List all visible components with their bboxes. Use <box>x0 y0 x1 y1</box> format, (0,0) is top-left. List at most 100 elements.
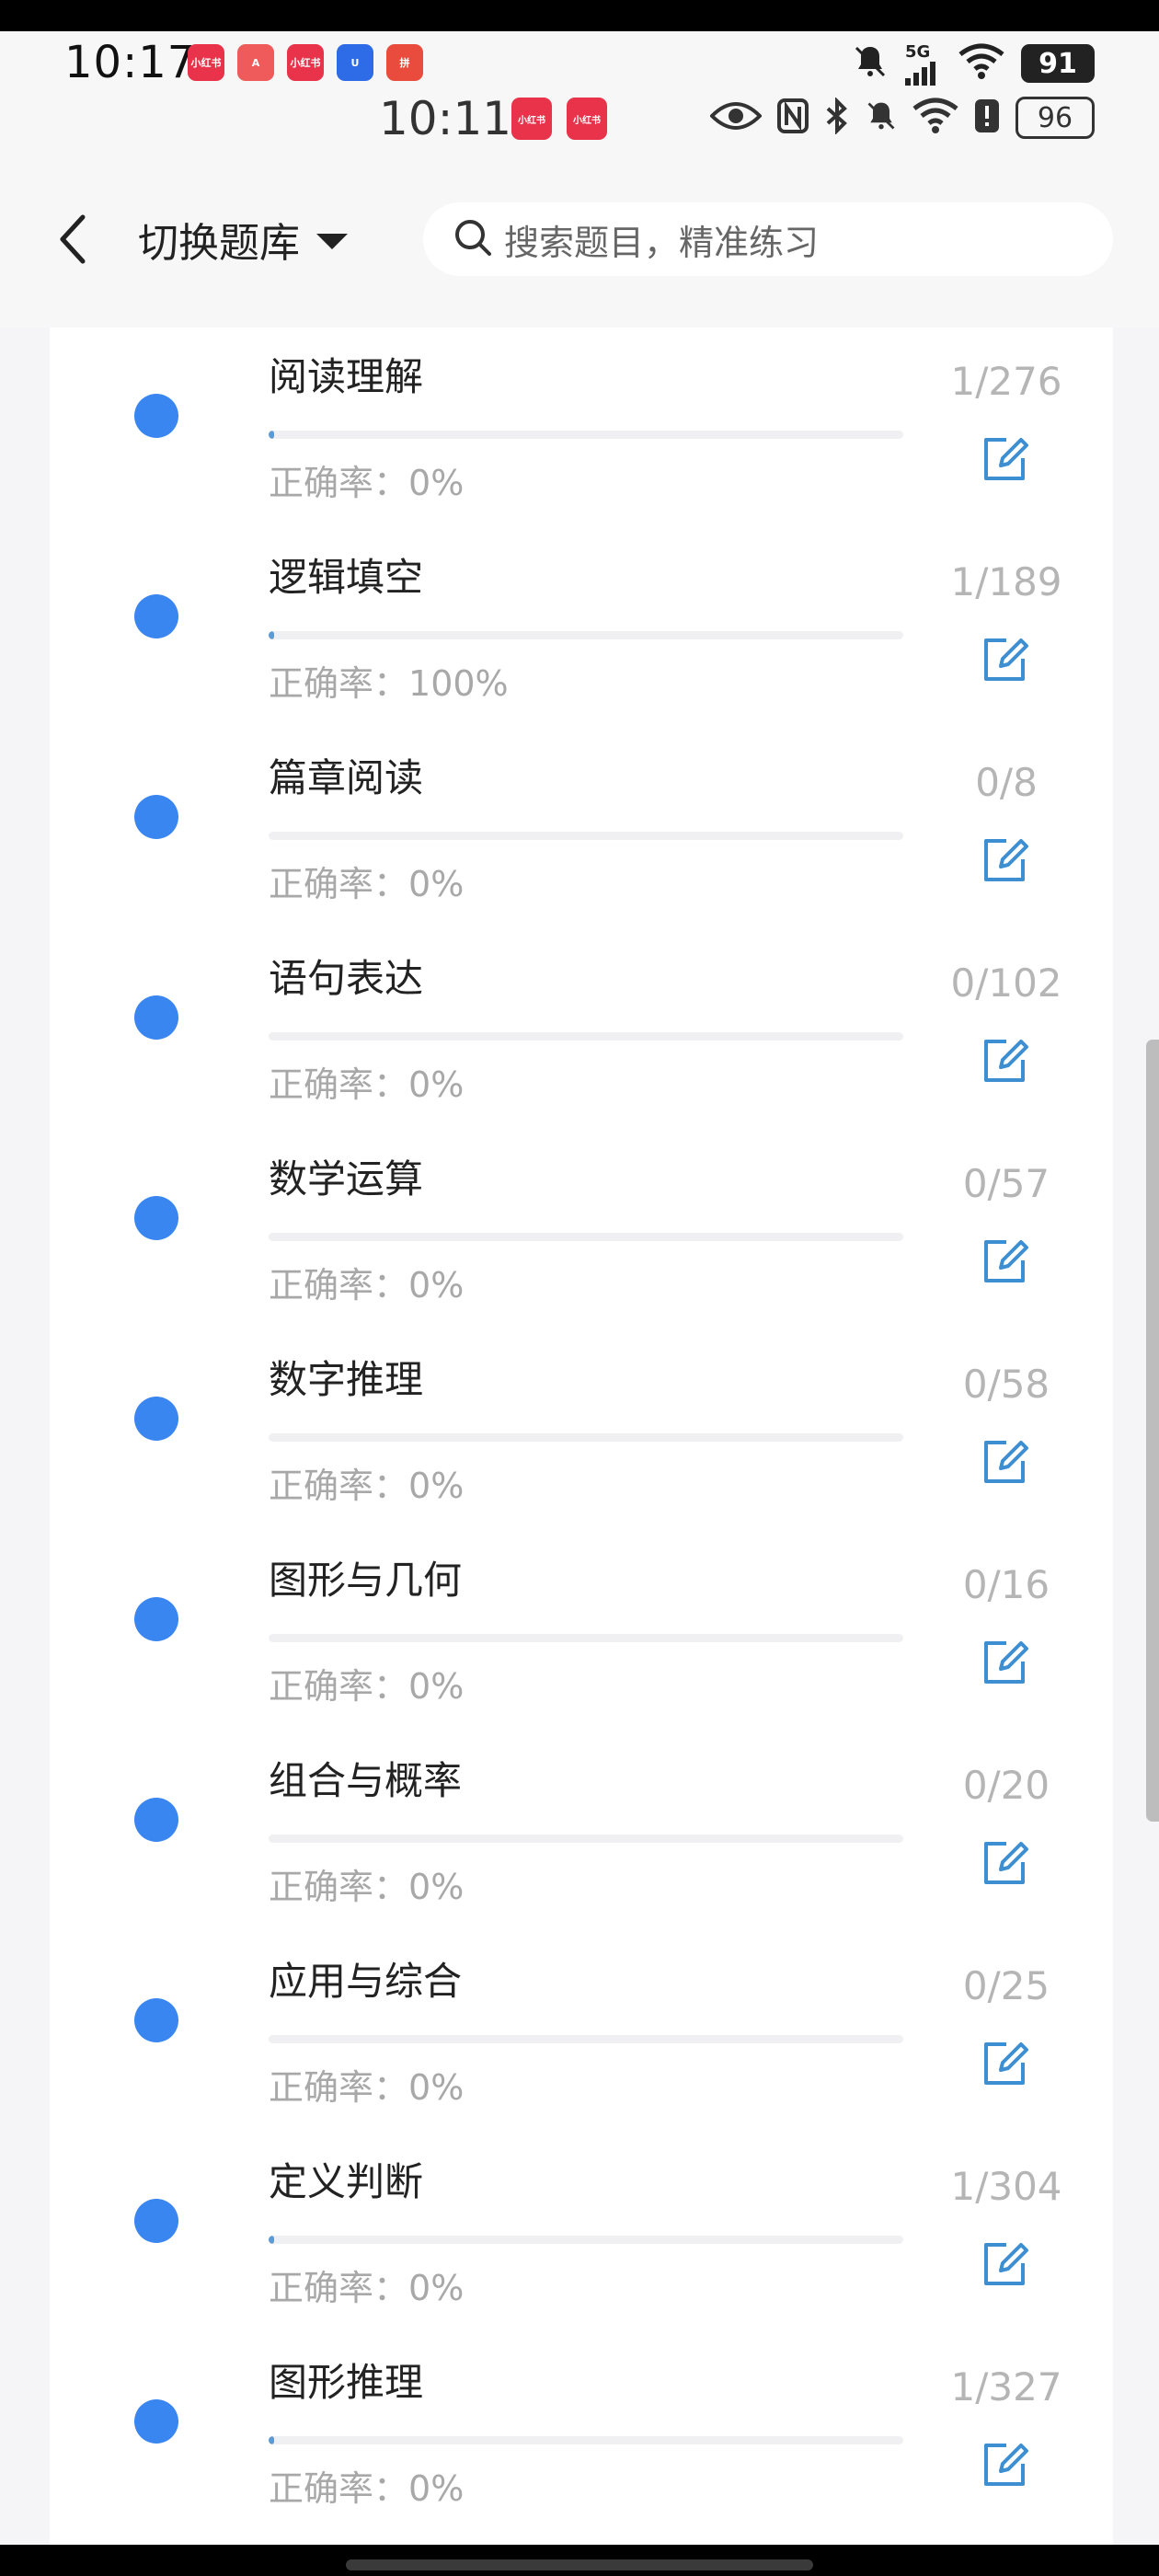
mute-bell-icon <box>852 43 889 84</box>
accuracy-label: 正确率： <box>269 1666 409 1707</box>
category-name: 应用与综合 <box>269 1959 463 2004</box>
category-name: 逻辑填空 <box>269 555 424 600</box>
edit-practice-icon[interactable] <box>979 2440 1030 2491</box>
home-indicator[interactable] <box>346 2559 813 2570</box>
edit-practice-icon[interactable] <box>979 635 1030 686</box>
accuracy-value: 100% <box>408 663 509 704</box>
category-name: 篇章阅读 <box>269 755 424 800</box>
bluetooth-icon <box>824 97 850 138</box>
status-right-icons-secondary: 96 <box>709 92 1095 144</box>
status-dot <box>134 1597 178 1641</box>
question-count: 0/57 <box>962 1161 1050 1206</box>
category-name: 图形与几何 <box>269 1558 463 1603</box>
search-placeholder: 搜索题目，精准练习 <box>504 222 820 263</box>
progress-fill <box>269 631 274 639</box>
status-dot <box>134 1397 178 1441</box>
accuracy-value: 0% <box>408 463 465 503</box>
app-a-icon: A <box>237 44 274 81</box>
accuracy-label: 正确率： <box>269 2268 409 2308</box>
category-name: 组合与概率 <box>269 1758 463 1803</box>
category-row[interactable]: 图形推理 正确率：0% 1/327 <box>50 2352 1113 2552</box>
progress-bar <box>269 2236 903 2244</box>
category-row[interactable]: 应用与综合 正确率：0% 0/25 <box>50 1950 1113 2151</box>
switch-question-bank-button[interactable]: 切换题库 <box>138 213 348 267</box>
search-input[interactable]: 搜索题目，精准练习 <box>423 202 1113 276</box>
category-row[interactable]: 图形与几何 正确率：0% 0/16 <box>50 1549 1113 1750</box>
alert-icon <box>973 98 1001 138</box>
category-name: 数字推理 <box>269 1357 424 1402</box>
scrollbar[interactable] <box>1146 1040 1159 1822</box>
progress-fill <box>269 2236 274 2244</box>
question-count: 1/304 <box>950 2164 1062 2209</box>
progress-fill <box>269 2436 274 2444</box>
status-bar-secondary: 10:11 小红书 小红书 96 <box>0 92 1159 166</box>
category-row[interactable]: 定义判断 正确率：0% 1/304 <box>50 2151 1113 2352</box>
status-dot <box>134 1196 178 1240</box>
category-row[interactable]: 数字推理 正确率：0% 0/58 <box>50 1349 1113 1549</box>
category-name: 图形推理 <box>269 2360 424 2405</box>
accuracy-label: 正确率： <box>269 1265 409 1305</box>
edit-practice-icon[interactable] <box>979 1036 1030 1087</box>
edit-practice-icon[interactable] <box>979 2239 1030 2291</box>
accuracy-label: 正确率： <box>269 1064 409 1105</box>
question-count: 0/102 <box>950 960 1062 1006</box>
status-dot <box>134 1798 178 1842</box>
accuracy-text: 正确率：0% <box>269 2460 464 2511</box>
network-type: 5G <box>905 41 931 62</box>
progress-bar <box>269 1634 903 1642</box>
question-count: 0/20 <box>962 1763 1050 1808</box>
category-row[interactable]: 篇章阅读 正确率：0% 0/8 <box>50 747 1113 948</box>
progress-bar <box>269 1433 903 1442</box>
accuracy-text: 正确率：0% <box>269 1658 464 1708</box>
edit-practice-icon[interactable] <box>979 1638 1030 1689</box>
accuracy-text: 正确率：0% <box>269 856 464 906</box>
status-bar: 10:17 小红书 A 小红书 U 拼 5G 91 <box>0 31 1159 92</box>
accuracy-value: 0% <box>408 1867 465 1907</box>
mute-bell-icon-2 <box>865 99 898 136</box>
back-arrow-icon[interactable] <box>46 212 101 267</box>
accuracy-text: 正确率：0% <box>269 1457 464 1508</box>
xiaohongshu-app-icon: 小红书 <box>188 44 224 81</box>
accuracy-text: 正确率：0% <box>269 1056 464 1107</box>
switch-question-bank-label: 切换题库 <box>138 220 300 267</box>
progress-bar <box>269 2436 903 2444</box>
edit-practice-icon[interactable] <box>979 434 1030 486</box>
accuracy-label: 正确率： <box>269 2067 409 2108</box>
battery-indicator: 91 <box>1021 44 1095 83</box>
progress-bar <box>269 631 903 639</box>
accuracy-value: 0% <box>408 1666 465 1707</box>
category-name: 数学运算 <box>269 1156 424 1202</box>
edit-practice-icon[interactable] <box>979 2039 1030 2090</box>
accuracy-value: 0% <box>408 2468 465 2509</box>
edit-practice-icon[interactable] <box>979 1437 1030 1489</box>
pinduoduo-app-icon: 拼 <box>386 44 423 81</box>
signal-icon: 5G <box>905 42 942 86</box>
edit-practice-icon[interactable] <box>979 1838 1030 1890</box>
category-row[interactable]: 语句表达 正确率：0% 0/102 <box>50 948 1113 1148</box>
app-u-icon: U <box>337 44 373 81</box>
edit-practice-icon[interactable] <box>979 835 1030 887</box>
status-dot <box>134 394 178 438</box>
progress-bar <box>269 1834 903 1843</box>
accuracy-text: 正确率：0% <box>269 454 464 505</box>
accuracy-value: 0% <box>408 1466 465 1506</box>
category-row[interactable]: 数学运算 正确率：0% 0/57 <box>50 1148 1113 1349</box>
category-list: 阅读理解 正确率：0% 1/276 逻辑填空 正确率：100% 1/189 篇章… <box>50 328 1113 2545</box>
question-count: 0/25 <box>962 1963 1050 2008</box>
status-right-icons: 5G 91 <box>852 40 1095 86</box>
edit-practice-icon[interactable] <box>979 1236 1030 1288</box>
category-name: 阅读理解 <box>269 354 424 399</box>
category-name: 定义判断 <box>269 2159 424 2204</box>
category-row[interactable]: 阅读理解 正确率：0% 1/276 <box>50 346 1113 546</box>
wifi-icon-2 <box>912 98 958 138</box>
progress-bar <box>269 1233 903 1241</box>
accuracy-value: 0% <box>408 1265 465 1305</box>
nav-bar: 切换题库 搜索题目，精准练习 <box>0 166 1159 328</box>
status-dot <box>134 1998 178 2042</box>
category-row[interactable]: 组合与概率 正确率：0% 0/20 <box>50 1750 1113 1950</box>
accuracy-value: 0% <box>408 2268 465 2308</box>
question-count: 1/327 <box>950 2364 1062 2409</box>
category-row[interactable]: 逻辑填空 正确率：100% 1/189 <box>50 546 1113 747</box>
progress-bar <box>269 2035 903 2043</box>
top-strip <box>0 0 1159 31</box>
